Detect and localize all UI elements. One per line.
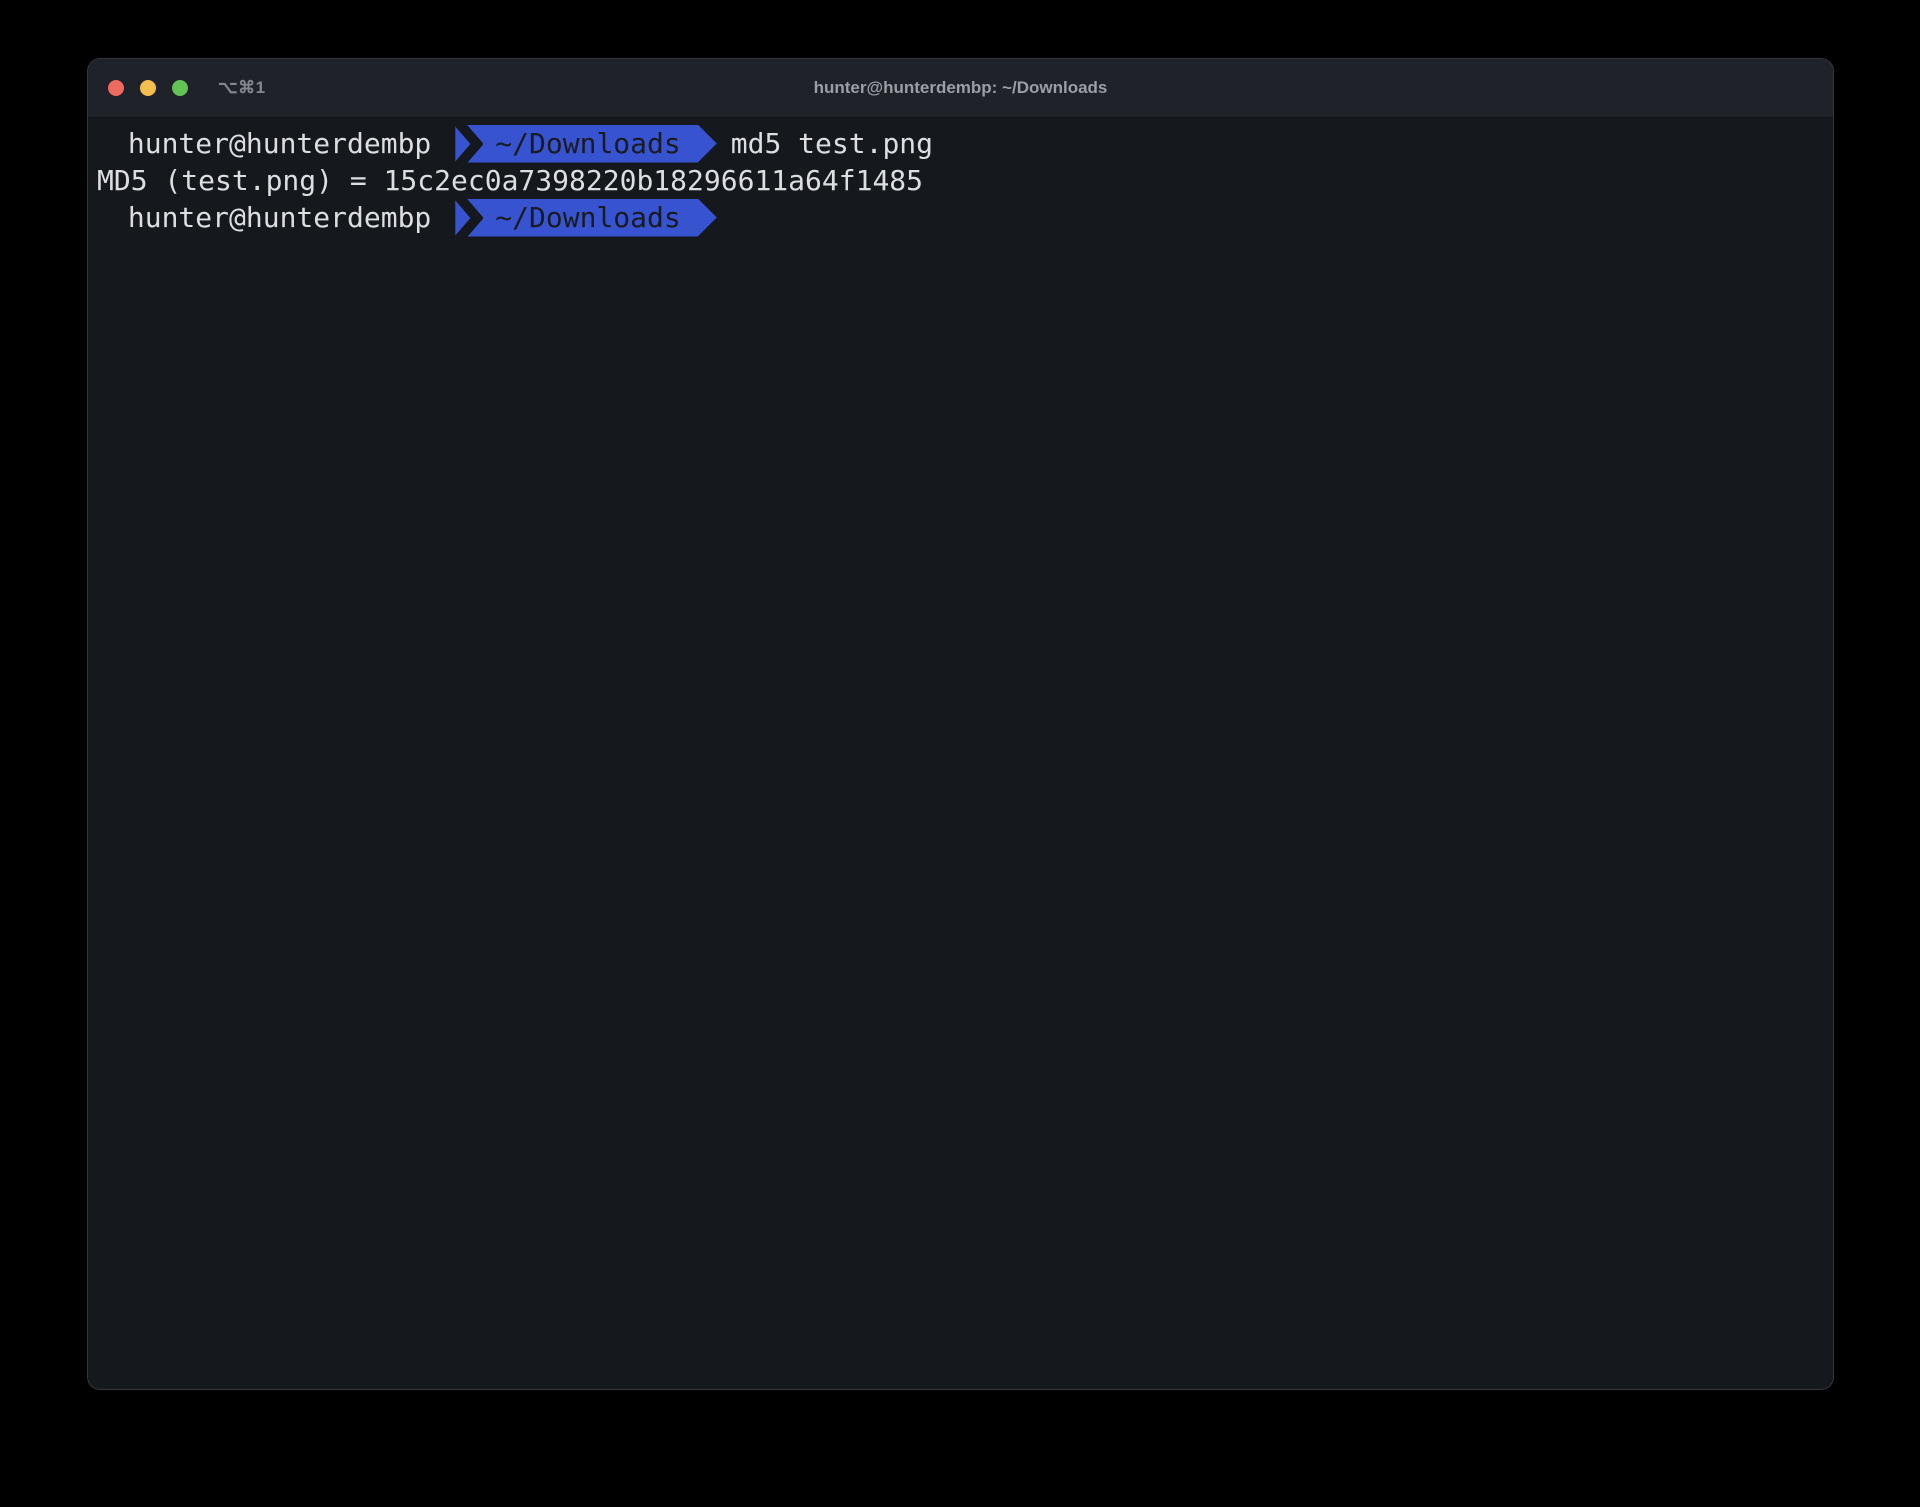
terminal-window: ⌥⌘1 hunter@hunterdembp: ~/Downloads hunt… bbox=[88, 59, 1833, 1389]
traffic-lights bbox=[108, 80, 188, 96]
powerline-chevron-icon bbox=[455, 199, 483, 237]
minimize-button[interactable] bbox=[140, 80, 156, 96]
cwd-path: ~/Downloads bbox=[495, 201, 680, 234]
prompt-user: hunter@hunterdembp bbox=[111, 127, 431, 160]
prompt-user: hunter@hunterdembp bbox=[111, 201, 431, 234]
terminal-prompt-line-2: hunter@hunterdembp ~/Downloads bbox=[88, 199, 1833, 236]
zoom-button[interactable] bbox=[172, 80, 188, 96]
prompt-path-badge: ~/Downloads bbox=[455, 199, 716, 237]
window-titlebar[interactable]: ⌥⌘1 hunter@hunterdembp: ~/Downloads bbox=[88, 59, 1833, 118]
terminal-output-line: MD5 (test.png) = 15c2ec0a7398220b1829661… bbox=[88, 162, 1833, 199]
close-button[interactable] bbox=[108, 80, 124, 96]
tab-shortcut-label: ⌥⌘1 bbox=[218, 78, 266, 98]
terminal-prompt-line-1: hunter@hunterdembp ~/Downloads md5 test.… bbox=[88, 125, 1833, 162]
powerline-chevron-icon bbox=[455, 125, 483, 163]
command-text: md5 test.png bbox=[731, 127, 933, 160]
prompt-path-badge: ~/Downloads bbox=[455, 125, 716, 163]
terminal-content[interactable]: hunter@hunterdembp ~/Downloads md5 test.… bbox=[88, 118, 1833, 1389]
cwd-path: ~/Downloads bbox=[495, 127, 680, 160]
window-title: hunter@hunterdembp: ~/Downloads bbox=[88, 78, 1833, 98]
md5-output-text: MD5 (test.png) = 15c2ec0a7398220b1829661… bbox=[97, 164, 923, 197]
